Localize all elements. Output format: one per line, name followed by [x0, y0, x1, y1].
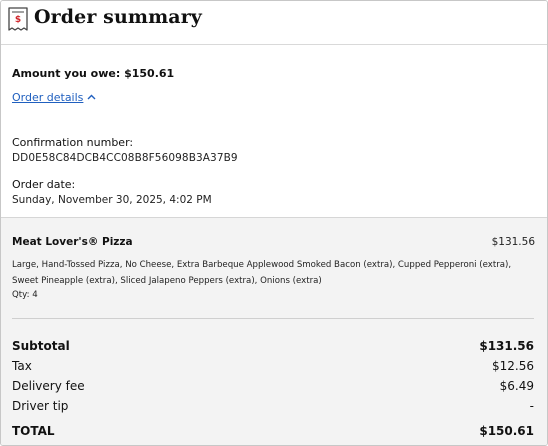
delivery-fee-value: $6.49: [499, 379, 534, 393]
tax-label: Tax: [12, 359, 32, 373]
total-label: TOTAL: [12, 424, 55, 438]
delivery-fee-row: Delivery fee $6.49: [12, 379, 534, 397]
divider: [12, 318, 534, 319]
tax-row: Tax $12.56: [12, 359, 534, 377]
driver-tip-label: Driver tip: [12, 399, 69, 413]
header: $ Order summary: [1, 1, 547, 45]
confirmation-label: Confirmation number:: [12, 136, 134, 149]
item-name: Meat Lover's® Pizza: [12, 236, 133, 248]
item-price: $131.56: [491, 236, 535, 248]
order-summary-panel: $ Order summary Amount you owe: $150.61 …: [0, 0, 548, 446]
item-description: Large, Hand-Tossed Pizza, No Cheese, Ext…: [12, 260, 512, 286]
delivery-fee-label: Delivery fee: [12, 379, 85, 393]
order-details-link[interactable]: Order details: [12, 91, 96, 104]
page-title: Order summary: [34, 6, 202, 28]
order-items-section: Meat Lover's® Pizza $131.56 Large, Hand-…: [1, 217, 547, 445]
svg-text:$: $: [15, 15, 21, 25]
total-value: $150.61: [479, 424, 534, 438]
order-details-label: Order details: [12, 91, 84, 104]
order-info: Amount you owe: $150.61 Order details Co…: [1, 46, 547, 217]
subtotal-row: Subtotal $131.56: [12, 339, 534, 357]
total-row: TOTAL $150.61: [12, 424, 534, 442]
confirmation-number: DD0E58C84DCB4CC08B8F56098B3A37B9: [12, 152, 238, 164]
driver-tip-value: -: [529, 399, 534, 413]
order-date-label: Order date:: [12, 178, 76, 191]
item-quantity: Qty: 4: [12, 290, 38, 300]
chevron-up-icon: [87, 94, 96, 100]
receipt-icon: $: [8, 7, 28, 31]
driver-tip-row: Driver tip -: [12, 399, 534, 417]
amount-owed: Amount you owe: $150.61: [12, 67, 175, 80]
subtotal-label: Subtotal: [12, 339, 70, 353]
tax-value: $12.56: [492, 359, 534, 373]
subtotal-value: $131.56: [479, 339, 534, 353]
order-date: Sunday, November 30, 2025, 4:02 PM: [12, 194, 212, 206]
